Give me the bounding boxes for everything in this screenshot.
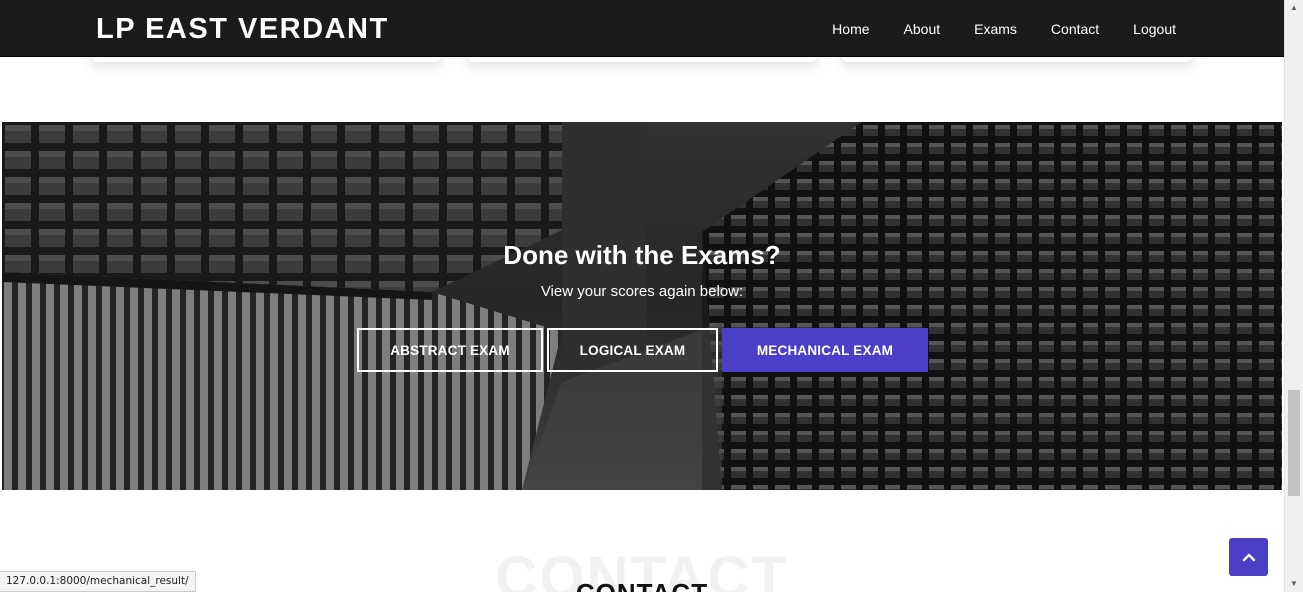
hero-dark-overlay [2, 122, 1282, 490]
page-scrollbar[interactable]: ▲ ▼ [1284, 0, 1303, 592]
nav-link-exams[interactable]: Exams [974, 21, 1017, 37]
abstract-exam-button[interactable]: ABSTRACT EXAM [357, 328, 543, 372]
hero-subtitle: View your scores again below: [540, 283, 744, 300]
back-to-top-button[interactable] [1229, 538, 1268, 576]
logical-exam-button[interactable]: LOGICAL EXAM [547, 328, 718, 372]
nav-link-about[interactable]: About [904, 21, 941, 37]
status-bar-url: 127.0.0.1:8000/mechanical_result/ [0, 571, 196, 592]
exam-buttons: ABSTRACT EXAM LOGICAL EXAM MECHANICAL EX… [357, 328, 928, 372]
top-navbar: LP EAST VERDANT Home About Exams Contact… [0, 0, 1284, 57]
nav-link-contact[interactable]: Contact [1051, 21, 1099, 37]
nav-link-home[interactable]: Home [832, 21, 869, 37]
nav-links: Home About Exams Contact Logout [832, 0, 1176, 57]
hero-title: Done with the Exams? [503, 240, 781, 270]
triangle-up-icon[interactable]: ▲ [1285, 0, 1303, 16]
triangle-down-icon[interactable]: ▼ [1285, 576, 1303, 592]
mechanical-exam-button[interactable]: MECHANICAL EXAM [722, 328, 928, 372]
exams-done-hero: Done with the Exams? View your scores ag… [2, 122, 1282, 490]
nav-link-logout[interactable]: Logout [1133, 21, 1176, 37]
brand-logo[interactable]: LP EAST VERDANT [96, 12, 389, 46]
chevron-up-icon [1242, 553, 1255, 562]
scrollbar-thumb[interactable] [1288, 390, 1300, 496]
